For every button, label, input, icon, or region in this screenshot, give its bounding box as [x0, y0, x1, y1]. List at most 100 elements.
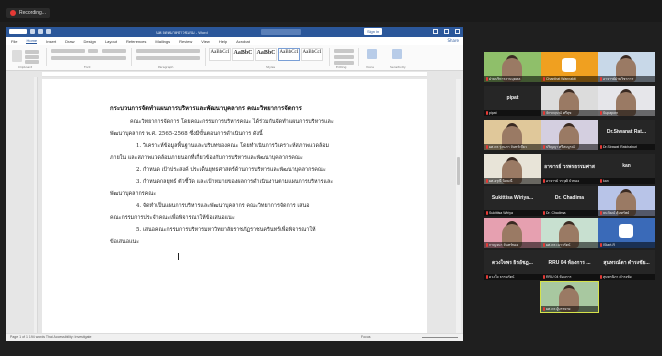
- participant-name: Dr.Sirawat Ratchaburi: [603, 145, 638, 149]
- autosave-toggle[interactable]: [9, 29, 27, 34]
- undo-icon[interactable]: [38, 29, 43, 34]
- participant-name: IStart-R: [603, 243, 616, 247]
- tab-file[interactable]: File: [11, 39, 17, 44]
- participant-tile[interactable]: Dr.Siwanat Rat... Dr.Sirawat Ratchaburi: [598, 120, 655, 150]
- tab-view[interactable]: View: [201, 39, 210, 44]
- document-paragraph-line: ข้อเสนอแนะ: [110, 239, 140, 245]
- style-heading-2[interactable]: AaBbC: [255, 48, 277, 61]
- dictate-icon[interactable]: [367, 49, 377, 59]
- participant-tile[interactable]: ดวงใจพร ธิรอัชฎ... ดวงใจ ธรรมรัตน์: [484, 250, 541, 280]
- minimize-icon[interactable]: [433, 29, 438, 34]
- tab-acrobat[interactable]: Acrobat: [236, 39, 250, 44]
- tab-insert[interactable]: Insert: [46, 39, 56, 44]
- tab-mailings[interactable]: Mailings: [155, 39, 170, 44]
- participant-tile[interactable]: ปริญญา ศรีสมบูรณ์: [541, 120, 598, 150]
- tab-design[interactable]: Design: [83, 39, 95, 44]
- tab-help[interactable]: Help: [219, 39, 227, 44]
- participant-tile[interactable]: อาจารย์ วรพรธรรมศาส อาจารย์ วรวุฒิ บัวทอง: [541, 154, 598, 184]
- mic-muted-icon: [600, 243, 602, 247]
- save-icon[interactable]: [30, 29, 35, 34]
- participant-tile[interactable]: จักรกฤษณ์ ศรีสุข: [541, 86, 598, 116]
- maximize-icon[interactable]: [444, 29, 449, 34]
- alignment-buttons[interactable]: [136, 56, 200, 60]
- participant-name: จักรกฤษณ์ ศรีสุข: [546, 111, 572, 115]
- sensitivity-icon[interactable]: [392, 49, 402, 59]
- participant-display-name: kan: [622, 163, 631, 169]
- participant-tile[interactable]: RRU 04 ห้องการ ... RRU 04 ห้องการ: [541, 250, 598, 280]
- document-paragraph-line: คณะวิทยาการจัดการ โดยคณะกรรมการบริหารคณะ…: [130, 119, 334, 125]
- participant-name: Dr. Chadima: [546, 211, 566, 215]
- participant-tile[interactable]: ผศ.ดร.เนาวรัตน์: [541, 218, 598, 248]
- participant-tile[interactable]: ฝ่ายบริหารงานบุคคล: [484, 52, 541, 82]
- group-paragraph: Paragraph: [158, 65, 174, 69]
- focus-button[interactable]: Focus: [361, 335, 371, 339]
- font-name-select[interactable]: [51, 49, 85, 53]
- vertical-scrollbar[interactable]: [456, 79, 461, 333]
- paste-icon[interactable]: [12, 50, 22, 62]
- vertical-ruler[interactable]: [34, 77, 38, 333]
- participant-tile[interactable]: ผศ.อรุณี นิลมณี: [484, 154, 541, 184]
- recording-indicator[interactable]: Recording...: [6, 8, 50, 18]
- close-icon[interactable]: [455, 29, 460, 34]
- participant-tile[interactable]: IStart-R: [598, 218, 655, 248]
- tab-review[interactable]: Review: [179, 39, 192, 44]
- tab-layout[interactable]: Layout: [105, 39, 117, 44]
- mic-muted-icon: [600, 145, 602, 149]
- participant-tile[interactable]: kan kan: [598, 154, 655, 184]
- participant-name: กาญจนา จันทร์ทอง: [489, 243, 519, 247]
- mic-muted-icon: [543, 179, 545, 183]
- mic-muted-icon: [543, 307, 545, 311]
- tab-draw[interactable]: Draw: [65, 39, 74, 44]
- meeting-top-bar: Recording...: [0, 0, 662, 22]
- style-heading-1[interactable]: AaBbC: [232, 48, 254, 61]
- recording-label: Recording...: [19, 10, 46, 16]
- participant-display-name: Sukittisa Wiriya...: [491, 195, 534, 201]
- sign-in-button[interactable]: Sign in: [364, 28, 383, 35]
- list-buttons[interactable]: [136, 49, 200, 53]
- participant-tile[interactable]: Chanthat Wannakit: [541, 52, 598, 82]
- participant-tile[interactable]: Sukittisa Wiriya... Sukittisa Wiriya: [484, 186, 541, 216]
- scrollbar-thumb[interactable]: [457, 157, 460, 185]
- document-paragraph-line: 4. จัดทำเป็นแผนการบริหารและพัฒนาบุคลากร …: [136, 203, 310, 209]
- participant-tile[interactable]: ผศ.ดร.ผู้บรรยาย: [540, 281, 599, 313]
- participant-tile[interactable]: อาจารย์ฝ่ายวิชาการ: [598, 52, 655, 82]
- record-icon: [10, 10, 16, 16]
- cut-button[interactable]: [25, 50, 39, 54]
- mic-muted-icon: [600, 211, 602, 215]
- style-emphasis[interactable]: AaBbCcI: [209, 48, 231, 61]
- participant-tile[interactable]: Supaporn: [598, 86, 655, 116]
- font-grow-shrink[interactable]: [102, 49, 126, 53]
- participant-tile[interactable]: ธนวัฒน์ คุ้มทรัพย์: [598, 186, 655, 216]
- share-button[interactable]: Share: [447, 38, 459, 43]
- participant-tile[interactable]: pipat pipat: [484, 86, 541, 116]
- status-bar: Page 1 of 1 194 words Thai Accessibility…: [6, 333, 463, 341]
- font-format-buttons[interactable]: [51, 56, 126, 60]
- replace-button[interactable]: [334, 55, 354, 59]
- format-painter-button[interactable]: [25, 60, 39, 64]
- horizontal-ruler[interactable]: [42, 72, 427, 77]
- zoom-slider[interactable]: [422, 337, 458, 338]
- participant-name: Supaporn: [603, 111, 619, 115]
- tab-references[interactable]: References: [126, 39, 146, 44]
- ribbon-tabs: File Home Insert Draw Design Layout References…: [6, 37, 463, 45]
- window-controls: [433, 29, 460, 34]
- mic-muted-icon: [543, 145, 545, 149]
- group-font: Font: [84, 65, 91, 69]
- document-heading: กระบวนการจัดทำแผนการบริหารและพัฒนาบุคลาก…: [110, 105, 302, 112]
- find-button[interactable]: [334, 49, 354, 53]
- mic-muted-icon: [600, 275, 602, 279]
- participant-tile[interactable]: สุนทรณ์ดา ดำรงชัย... สุนทรนิภา ดำรงชัย: [598, 250, 655, 280]
- tab-home[interactable]: Home: [26, 38, 38, 44]
- logo-mark-icon: [619, 224, 633, 238]
- participant-tile[interactable]: กาญจนา จันทร์ทอง: [484, 218, 541, 248]
- font-size-select[interactable]: [88, 49, 98, 53]
- redo-icon[interactable]: [46, 29, 51, 34]
- copy-button[interactable]: [25, 55, 39, 59]
- mic-muted-icon: [543, 211, 545, 215]
- style-normal[interactable]: AaBbCcI: [278, 48, 300, 61]
- participant-tile[interactable]: ผศ.ดร.รุ่งนภา จันทร์เขียว: [484, 120, 541, 150]
- style-strong[interactable]: AaBbCcI: [301, 48, 323, 61]
- mic-muted-icon: [486, 145, 488, 149]
- participant-tile[interactable]: Dr. Chadima Dr. Chadima: [541, 186, 598, 216]
- search-box[interactable]: [261, 29, 301, 35]
